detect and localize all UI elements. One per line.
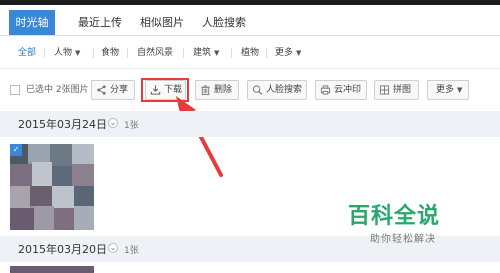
date-group-header: 2015年03月24日 ⌄ 1张	[0, 111, 500, 137]
group-date: 2015年03月20日	[18, 243, 107, 256]
blurred-photo	[10, 144, 94, 230]
watermark-title: 百科全说	[348, 204, 441, 229]
watermark-subtitle: 助你轻松解决	[370, 234, 436, 245]
photo-selected-check-icon[interactable]: ✓	[10, 144, 22, 156]
group-count: 1张	[124, 121, 139, 131]
group-count: 1张	[124, 246, 139, 256]
photo-thumbnail[interactable]	[10, 266, 94, 273]
chevron-down-icon[interactable]: ⌄	[108, 118, 118, 128]
group-date: 2015年03月24日	[18, 118, 107, 131]
watermark-logo: 百科全说 助你轻松解决	[340, 198, 470, 248]
photo-thumbnail[interactable]	[10, 144, 94, 230]
chevron-down-icon[interactable]: ⌄	[108, 243, 118, 253]
